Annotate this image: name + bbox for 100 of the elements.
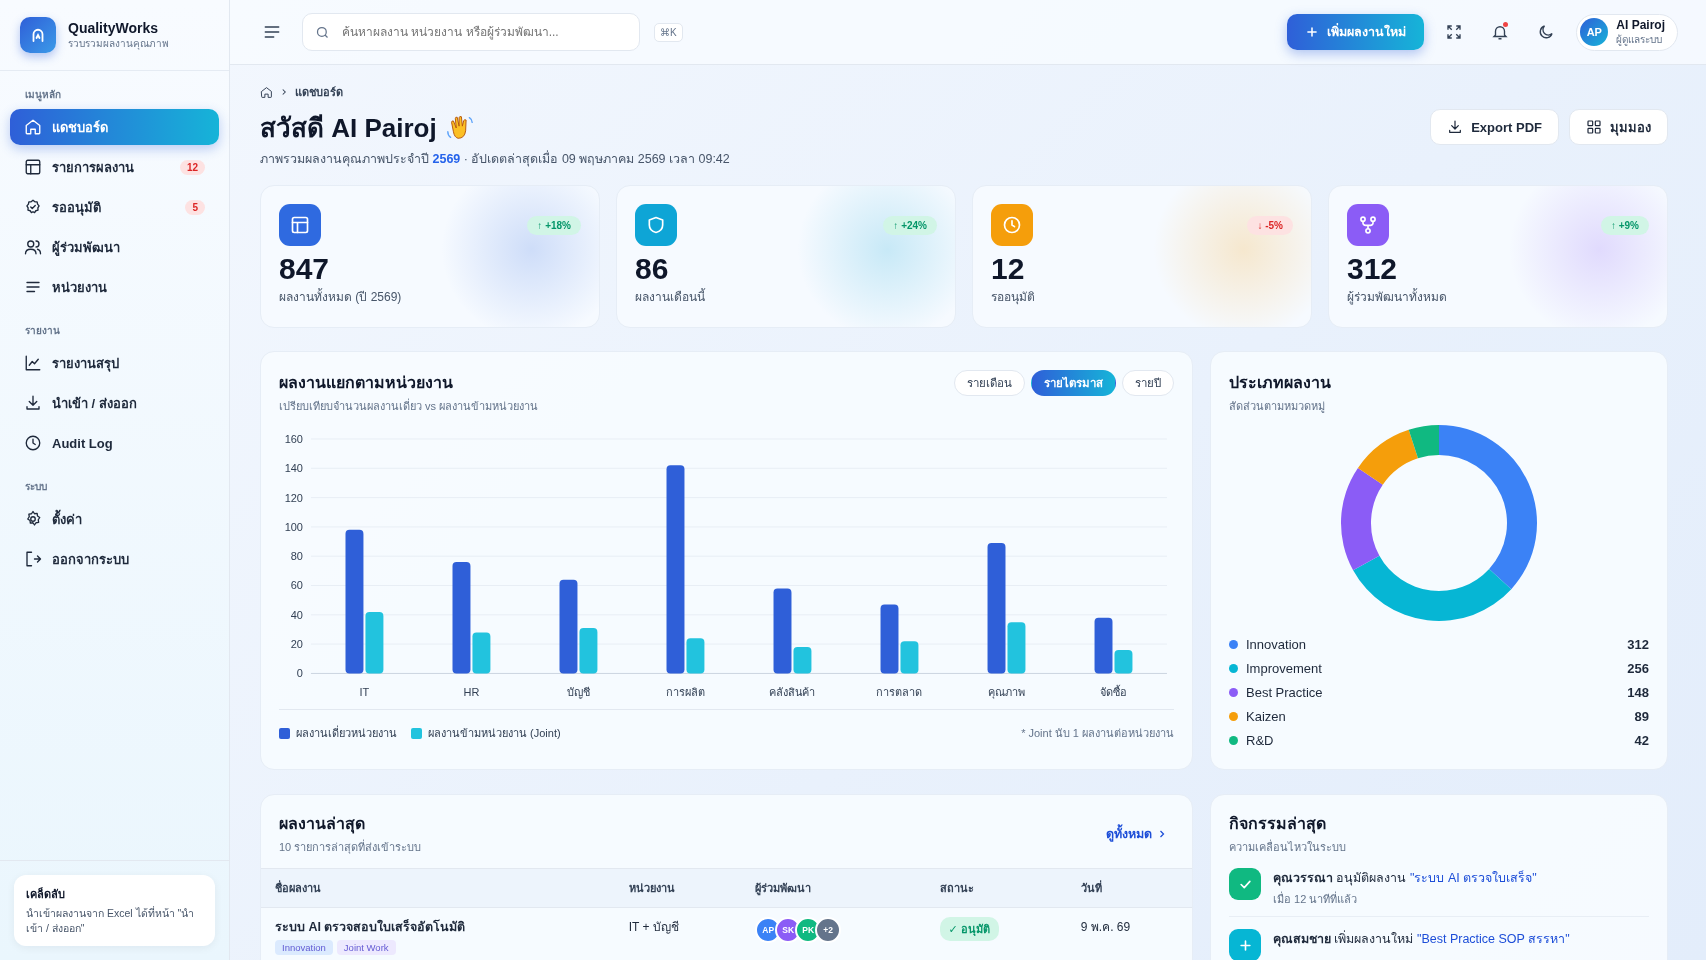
category-label: การตลาด [876, 686, 923, 699]
card-subtitle: เปรียบเทียบจำนวนผลงานเดี่ยว vs ผลงานข้ามหน่วยงาน [279, 397, 539, 414]
search-input[interactable]: ค้นหาผลงาน หน่วยงาน หรือผู้ร่วมพัฒนา... [340, 24, 627, 40]
table-cell-text: ระบบ AI ตรวจสอบใบเสร็จอัตโนมัติ [275, 918, 467, 936]
sidebar-item[interactable]: หน่วยงาน [10, 269, 219, 305]
sidebar-item[interactable]: Audit Log [10, 425, 219, 461]
legend-value: 42 [1634, 733, 1649, 748]
user-avatar: AP [1580, 18, 1609, 46]
shortcut-hint: ⌘K [654, 22, 683, 42]
plus-icon [1305, 25, 1320, 39]
card-title: กิจกรรมล่าสุด [1229, 814, 1327, 836]
plus-icon [1237, 937, 1253, 953]
sidebar-item[interactable]: รายการผลงาน 12 [10, 149, 219, 185]
breadcrumb-item[interactable]: แดชบอร์ด [295, 83, 343, 101]
column-header: สถานะ [925, 868, 1067, 908]
fork-icon [1358, 215, 1378, 235]
axis-label: 0 [296, 667, 303, 680]
axis-label: 120 [284, 491, 303, 504]
section-heading: ระบบ [24, 480, 48, 494]
category-label: IT [359, 686, 370, 699]
count-badge: 12 [179, 159, 205, 175]
sidebar-item[interactable]: แดชบอร์ด [10, 109, 219, 145]
legend-label: R&D [1246, 733, 1274, 748]
column-header: หน่วยงาน [614, 868, 742, 908]
sidebar-item[interactable]: นำเข้า / ส่งออก [10, 385, 219, 421]
download-icon [24, 394, 42, 412]
activity-text: คุณวรรณา อนุมัติผลงาน "ระบบ AI ตรวจใบเสร็จ" [1273, 869, 1537, 888]
category-label: จัดซื้อ [1100, 686, 1127, 699]
change-badge: ↑ +18% [527, 216, 581, 235]
section-heading: เมนูหลัก [24, 88, 62, 104]
category-label: HR [463, 686, 480, 699]
count-badge: 5 [185, 199, 205, 215]
period-tab[interactable]: รายไตรมาส [1031, 370, 1116, 396]
change-badge: ↓ -5% [1247, 216, 1293, 235]
home-icon [260, 85, 273, 99]
column-header: วันที่ [1066, 868, 1192, 908]
sidebar-item[interactable]: ผู้ร่วมพัฒนา [10, 229, 219, 265]
legend-value: 256 [1627, 661, 1649, 676]
grid-icon [1586, 119, 1602, 135]
column-header: ผู้ร่วมพัฒนา [741, 868, 926, 908]
table-cell: IT + บัญชี [628, 920, 679, 934]
sidebar-item[interactable]: รายงานสรุป [10, 345, 219, 381]
bell-icon [1491, 23, 1510, 41]
view-all-link[interactable]: ดูทั้งหมด [1100, 822, 1174, 845]
table-icon [290, 215, 310, 235]
sidebar-item[interactable]: ออกจากระบบ [10, 541, 219, 577]
app-tagline: รวบรวมผลงานคุณภาพ [68, 36, 169, 51]
app-name: QualityWorks [68, 19, 159, 36]
legend-label: Best Practice [1246, 685, 1323, 700]
action-button[interactable]: Export PDF [1430, 109, 1559, 145]
stat-value: 847 [279, 252, 331, 285]
settings-icon [24, 510, 42, 528]
activity-time: เมื่อ 12 นาทีที่แล้ว [1273, 890, 1359, 907]
logout-icon [24, 550, 42, 568]
legend-value: 89 [1634, 709, 1649, 724]
category-label: คุณภาพ [988, 686, 1025, 699]
stat-label: รออนุมัติ [991, 289, 1036, 306]
axis-label: 60 [290, 579, 303, 592]
table-icon [24, 158, 42, 176]
card-subtitle: สัดส่วนตามหมวดหมู่ [1229, 399, 1326, 415]
fullscreen-icon [1445, 23, 1464, 41]
card-subtitle: ความเคลื่อนไหวในระบบ [1229, 838, 1347, 855]
work-link[interactable]: "ระบบ AI ตรวจใบเสร็จ" [1409, 871, 1537, 885]
legend-label: ผลงานเดี่ยวหน่วยงาน [296, 724, 397, 742]
badge-check-icon [24, 198, 42, 216]
users-icon [24, 238, 42, 256]
axis-label: 140 [284, 462, 303, 475]
shield-icon [646, 215, 666, 235]
legend-label: ผลงานข้ามหน่วยงาน (Joint) [428, 726, 561, 742]
stat-label: ผลงานทั้งหมด (ปี 2569) [279, 287, 403, 306]
line-chart-icon [24, 354, 42, 372]
search-icon [315, 24, 330, 40]
legend-value: 148 [1627, 685, 1649, 700]
axis-label: 40 [290, 608, 303, 621]
work-link[interactable]: "Best Practice SOP สรรหา" [1416, 932, 1570, 946]
page-subtitle: ภาพรวมผลงานคุณภาพประจำปี 2569 · อัปเดตล่าสุดเมื่อ 09 พฤษภาคม 2569 เวลา 09:42 [260, 149, 730, 169]
legend-label: Kaizen [1246, 709, 1286, 724]
period-tab[interactable]: รายปี [1122, 370, 1174, 396]
period-tab[interactable]: รายเดือน [954, 370, 1025, 396]
user-name: AI Pairoj [1616, 17, 1665, 32]
sidebar-item[interactable]: ตั้งค่า [10, 501, 219, 537]
card-title: ผลงานล่าสุด [279, 814, 366, 836]
tip-text: นำเข้าผลงานจาก Excel ได้ที่หน้า "นำเข้า / ส่งออก" [26, 905, 196, 936]
section-heading: รายงาน [24, 324, 61, 338]
action-button[interactable]: มุมมอง [1569, 109, 1668, 145]
sidebar-item[interactable]: รออนุมัติ 5 [10, 189, 219, 225]
tip-title: เคล็ดลับ [26, 886, 66, 902]
legend-label: Improvement [1246, 661, 1322, 676]
status-badge: ✓ อนุมัติ [939, 917, 999, 941]
contributor-avatar: +2 [815, 917, 842, 943]
card-subtitle: 10 รายการล่าสุดที่ส่งเข้าระบบ [279, 838, 422, 856]
axis-label: 100 [284, 520, 303, 533]
activity-text: คุณสมชาย เพิ่มผลงานใหม่ "Best Practice SOP สรรหา" [1273, 929, 1570, 949]
stat-label: ผู้ร่วมพัฒนาทั้งหมด [1347, 287, 1448, 306]
search-field[interactable]: ค้นหาผลงาน หน่วยงาน หรือผู้ร่วมพัฒนา... [302, 13, 640, 51]
table-cell: 9 พ.ค. 69 [1080, 920, 1131, 934]
user-menu[interactable]: AP AI Pairoj ผู้ดูแลระบบ [1576, 13, 1678, 51]
home-icon [24, 118, 42, 136]
tag: Innovation [275, 940, 333, 955]
tag: Joint Work [336, 940, 396, 955]
